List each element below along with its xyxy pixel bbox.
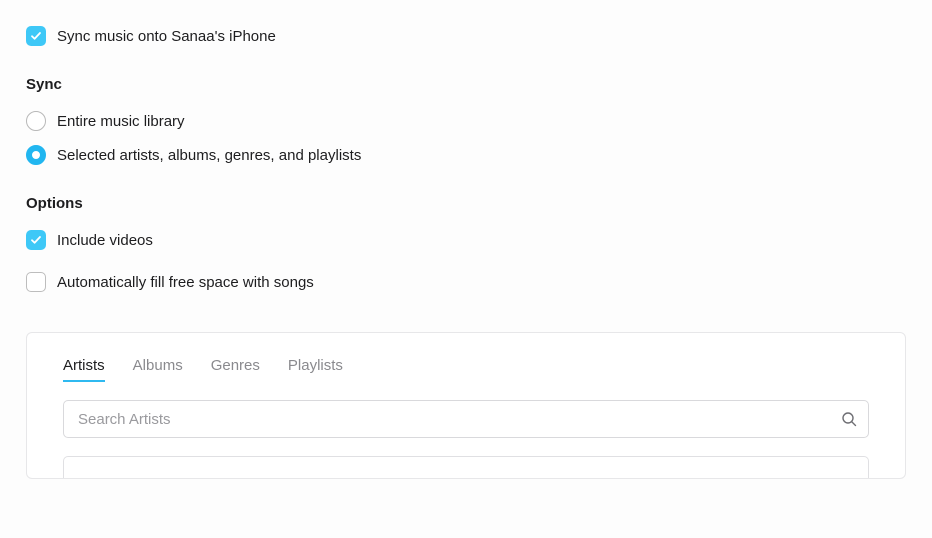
check-icon <box>30 234 42 246</box>
radio-selected-items-label: Selected artists, albums, genres, and pl… <box>57 147 361 164</box>
auto-fill-label: Automatically fill free space with songs <box>57 274 314 291</box>
options-heading: Options <box>26 195 906 212</box>
sync-option-selected-row: Selected artists, albums, genres, and pl… <box>26 145 906 165</box>
radio-selected-items[interactable] <box>26 145 46 165</box>
content-tabs: Artists Albums Genres Playlists <box>63 357 869 382</box>
include-videos-label: Include videos <box>57 232 153 249</box>
search-input[interactable] <box>63 400 869 438</box>
sync-option-entire-row: Entire music library <box>26 111 906 131</box>
content-panel: Artists Albums Genres Playlists <box>26 332 906 479</box>
search-icon <box>841 411 857 427</box>
sync-music-label: Sync music onto Sanaa's iPhone <box>57 28 276 45</box>
radio-entire-library[interactable] <box>26 111 46 131</box>
include-videos-row: Include videos <box>26 230 906 250</box>
auto-fill-row: Automatically fill free space with songs <box>26 272 906 292</box>
sync-music-row: Sync music onto Sanaa's iPhone <box>26 26 906 46</box>
auto-fill-checkbox[interactable] <box>26 272 46 292</box>
search-wrap <box>63 400 869 438</box>
sync-music-checkbox[interactable] <box>26 26 46 46</box>
tab-albums[interactable]: Albums <box>133 357 183 382</box>
check-icon <box>30 30 42 42</box>
tab-artists[interactable]: Artists <box>63 357 105 382</box>
tab-genres[interactable]: Genres <box>211 357 260 382</box>
radio-entire-library-label: Entire music library <box>57 113 185 130</box>
include-videos-checkbox[interactable] <box>26 230 46 250</box>
sync-heading: Sync <box>26 76 906 93</box>
tab-playlists[interactable]: Playlists <box>288 357 343 382</box>
artist-list[interactable] <box>63 456 869 478</box>
